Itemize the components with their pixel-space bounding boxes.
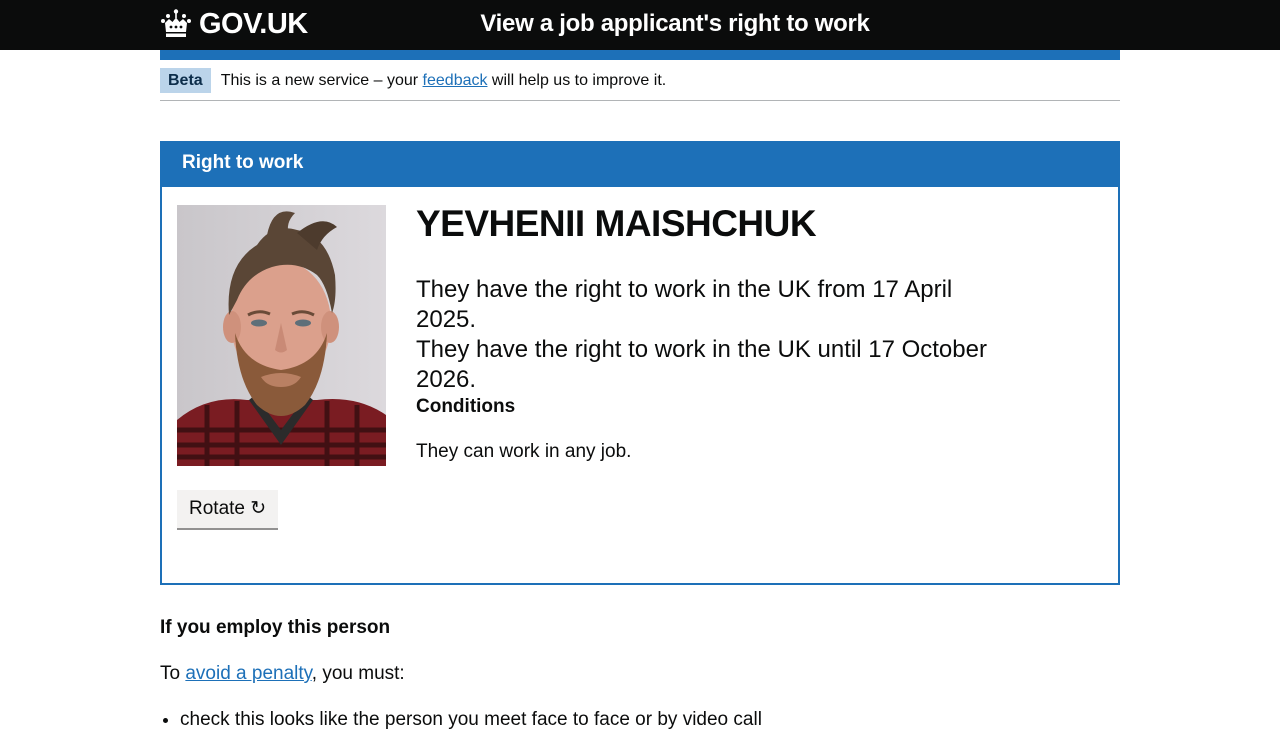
feedback-link[interactable]: feedback	[423, 72, 488, 89]
right-to-work-panel: Right to work Rotate ↻ YEVHENII MAISHCHU…	[160, 141, 1120, 585]
phase-text-before: This is a new service – your	[220, 71, 423, 89]
beta-tag: Beta	[160, 68, 211, 93]
govuk-header: GOV.UK View a job applicant's right to w…	[0, 0, 1280, 50]
status-from: They have the right to work in the UK fr…	[416, 276, 953, 333]
main-content: Right to work Rotate ↻ YEVHENII MAISHCHU…	[160, 141, 1120, 731]
phase-banner: Beta This is a new service – your feedba…	[160, 60, 1120, 101]
applicant-photo-image	[177, 205, 386, 466]
status-until: They have the right to work in the UK un…	[416, 336, 987, 393]
phase-banner-text: This is a new service – your feedback wi…	[221, 72, 667, 90]
service-name[interactable]: View a job applicant's right to work	[160, 10, 1120, 38]
conditions-heading: Conditions	[416, 396, 516, 417]
employ-heading: If you employ this person	[160, 617, 391, 638]
avoid-penalty-link[interactable]: avoid a penalty	[185, 663, 311, 684]
employ-intro-after: , you must:	[311, 663, 405, 684]
list-item: check this looks like the person you mee…	[180, 709, 1120, 731]
conditions-text: They can work in any job.	[416, 441, 632, 462]
header-blue-bar	[160, 50, 1120, 60]
phase-text-after: will help us to improve it.	[487, 71, 667, 89]
employ-intro: To avoid a penalty, you must:	[160, 663, 1120, 685]
rotate-button-label: Rotate ↻	[189, 498, 267, 519]
right-to-work-status: They have the right to work in the UK fr…	[416, 275, 1006, 395]
panel-header: Right to work	[160, 141, 1120, 187]
applicant-photo	[177, 205, 386, 466]
employ-checklist: check this looks like the person you mee…	[160, 709, 1120, 731]
employ-intro-before: To	[160, 663, 186, 684]
rotate-button[interactable]: Rotate ↻	[177, 490, 279, 528]
service-name-text[interactable]: View a job applicant's right to work	[410, 10, 870, 37]
header-container: GOV.UK View a job applicant's right to w…	[160, 0, 1120, 50]
applicant-name: YEVHENII MAISHCHUK	[416, 203, 817, 244]
panel-title: Right to work	[182, 152, 304, 173]
